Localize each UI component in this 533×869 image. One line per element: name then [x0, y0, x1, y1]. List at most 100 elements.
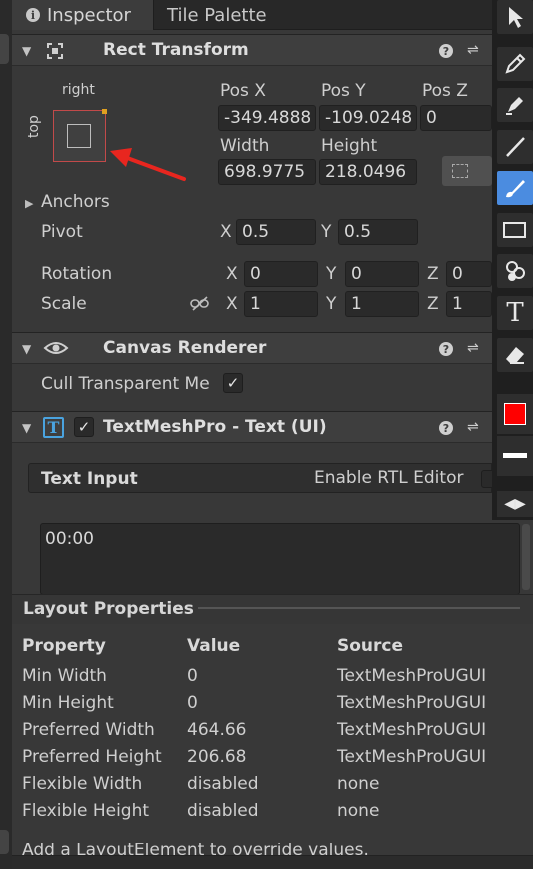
- property-cell: Flexible Width: [22, 774, 143, 794]
- width-label: Width: [220, 136, 270, 156]
- property-cell: Min Height: [22, 693, 114, 713]
- color-swatch[interactable]: [504, 403, 526, 425]
- rotation-x-label: X: [226, 264, 238, 284]
- rotation-label: Rotation: [41, 264, 113, 284]
- text-tool-icon[interactable]: T: [497, 296, 533, 330]
- scale-label: Scale: [41, 294, 87, 314]
- blueprint-mode-button[interactable]: [442, 156, 492, 186]
- text-input-area[interactable]: 00:00: [40, 523, 520, 595]
- annotation-arrow-icon: [110, 148, 186, 181]
- text-input-label: Text Input: [41, 469, 138, 489]
- anchors-fold-icon[interactable]: ▶: [25, 197, 33, 210]
- settings-sliders-icon[interactable]: ⇌: [467, 42, 479, 58]
- eraser-icon[interactable]: [497, 338, 533, 372]
- rect-transform-header[interactable]: ▼ Rect Transform ? ⇌: [12, 34, 492, 66]
- component-enabled-checkbox[interactable]: ✓: [74, 417, 94, 437]
- text-area-scrollbar[interactable]: [522, 524, 530, 590]
- help-icon[interactable]: ?: [439, 44, 453, 58]
- rotation-y-field[interactable]: 0: [345, 261, 419, 287]
- settings-sliders-icon[interactable]: ⇌: [467, 340, 479, 356]
- layout-properties-title: Layout Properties: [23, 599, 194, 619]
- textmeshpro-title: TextMeshPro - Text (UI): [103, 417, 327, 437]
- scale-x-field[interactable]: 1: [244, 291, 318, 317]
- scale-z-field[interactable]: 1: [446, 291, 492, 317]
- anchor-preset-button[interactable]: [53, 109, 107, 162]
- cull-transparent-checkbox[interactable]: ✓: [223, 373, 243, 393]
- textmeshpro-header[interactable]: ▼ T ✓ TextMeshPro - Text (UI) ? ⇌: [12, 411, 492, 443]
- anchor-horizontal-label: right: [62, 82, 95, 98]
- constrain-proportions-icon[interactable]: [190, 296, 210, 312]
- layout-footer-text: Add a LayoutElement to override values.: [22, 843, 369, 855]
- value-cell: 464.66: [187, 720, 247, 740]
- rotation-y-label: Y: [326, 264, 337, 284]
- canvas-renderer-title: Canvas Renderer: [103, 338, 267, 358]
- info-icon: i: [26, 8, 40, 22]
- canvas-renderer-header[interactable]: ▼ Canvas Renderer ? ⇌: [12, 332, 492, 364]
- pos-x-field[interactable]: -349.4888: [218, 105, 316, 131]
- property-cell: Preferred Height: [22, 747, 162, 767]
- anchor-rect-icon: [67, 124, 91, 148]
- pivot-x-label: X: [220, 222, 232, 242]
- source-cell: TextMeshProUGUI: [337, 747, 487, 767]
- eye-icon: [43, 342, 69, 354]
- scale-y-label: Y: [326, 294, 337, 314]
- rect-transform-title: Rect Transform: [103, 40, 249, 60]
- scale-z-label: Z: [427, 294, 439, 314]
- rotation-z-label: Z: [427, 264, 439, 284]
- fold-down-icon[interactable]: ▼: [22, 342, 31, 356]
- pivot-x-field[interactable]: 0.5: [236, 219, 316, 245]
- brush-icon[interactable]: [497, 171, 533, 205]
- width-field[interactable]: 698.9775: [218, 159, 316, 185]
- cull-transparent-label: Cull Transparent Me: [41, 374, 210, 394]
- layout-footer-clip: Add a LayoutElement to override values.: [22, 843, 502, 855]
- stamp-icon[interactable]: [497, 254, 533, 288]
- source-cell: TextMeshProUGUI: [337, 693, 487, 713]
- window-edge: [0, 0, 12, 869]
- source-cell: TextMeshProUGUI: [337, 720, 487, 740]
- help-icon[interactable]: ?: [439, 421, 453, 435]
- rect-transform-icon: [47, 43, 63, 59]
- property-cell: Min Width: [22, 666, 107, 686]
- rotation-x-field[interactable]: 0: [244, 261, 318, 287]
- pencil-icon[interactable]: [497, 47, 533, 81]
- pivot-y-field[interactable]: 0.5: [338, 219, 418, 245]
- rotation-z-field[interactable]: 0: [446, 261, 492, 287]
- tab-inspector[interactable]: i Inspector: [12, 0, 154, 30]
- color-swatch-holder: [497, 394, 533, 434]
- help-icon[interactable]: ?: [439, 342, 453, 356]
- scale-y-field[interactable]: 1: [345, 291, 419, 317]
- blueprint-icon: [452, 164, 468, 178]
- settings-sliders-icon[interactable]: ⇌: [467, 419, 479, 435]
- anchor-vertical-label: top: [26, 115, 42, 138]
- pos-x-label: Pos X: [220, 81, 266, 101]
- value-cell: 0: [187, 666, 198, 686]
- collapse-handle[interactable]: [0, 34, 9, 64]
- source-cell: TextMeshProUGUI: [337, 666, 487, 686]
- tab-tile-palette[interactable]: Tile Palette: [155, 0, 355, 30]
- rectangle-icon[interactable]: [497, 213, 533, 247]
- swap-arrows-icon[interactable]: ◀▶: [497, 491, 533, 517]
- col-header-property: Property: [22, 636, 106, 656]
- stroke-width-holder: [497, 436, 533, 476]
- height-field[interactable]: 218.0496: [319, 159, 417, 185]
- height-label: Height: [321, 136, 378, 156]
- layout-properties-panel: [12, 624, 533, 864]
- enable-rtl-label: Enable RTL Editor: [314, 468, 464, 488]
- value-cell: 206.68: [187, 747, 247, 767]
- marker-icon[interactable]: [497, 88, 533, 122]
- collapse-handle-bottom[interactable]: [0, 830, 9, 854]
- pos-y-field[interactable]: -109.0248: [319, 105, 417, 131]
- pivot-y-label: Y: [321, 222, 332, 242]
- select-arrow-icon[interactable]: [497, 0, 533, 34]
- fold-down-icon[interactable]: ▼: [22, 421, 31, 435]
- fold-down-icon[interactable]: ▼: [22, 44, 31, 58]
- layout-properties-header[interactable]: Layout Properties: [12, 594, 533, 624]
- property-cell: Flexible Height: [22, 801, 150, 821]
- value-cell: disabled: [187, 774, 259, 794]
- stroke-width-icon[interactable]: [503, 453, 527, 458]
- pivot-label: Pivot: [41, 222, 83, 242]
- anchors-label[interactable]: Anchors: [41, 192, 110, 212]
- pos-z-field[interactable]: 0: [420, 105, 492, 131]
- line-icon[interactable]: [497, 130, 533, 164]
- drag-handle[interactable]: [198, 607, 520, 609]
